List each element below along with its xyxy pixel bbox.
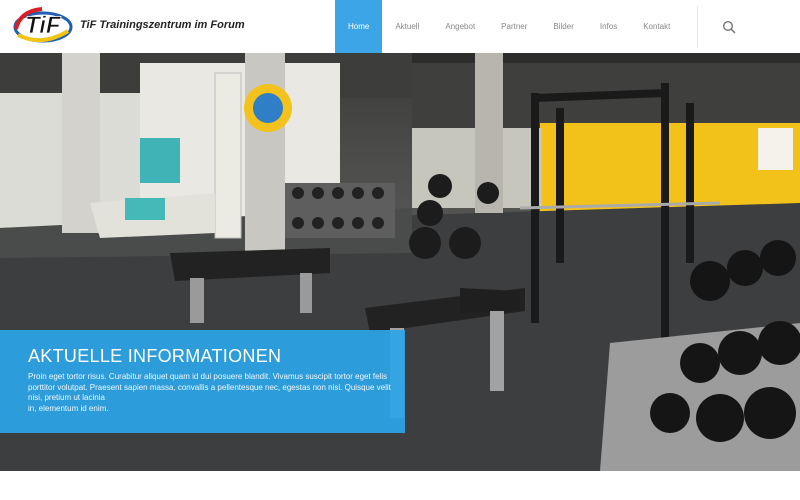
news-info-box: AKTUELLE INFORMATIONEN Proin eget tortor… bbox=[0, 330, 405, 433]
site-header: TiF TiF Trainingszentrum im Forum Home A… bbox=[0, 0, 800, 53]
search-icon[interactable] bbox=[722, 20, 736, 34]
info-title: AKTUELLE INFORMATIONEN bbox=[28, 346, 282, 366]
info-text: Proin eget tortor risus. Curabitur aliqu… bbox=[28, 372, 391, 413]
nav-item-aktuell[interactable]: Aktuell bbox=[382, 0, 432, 53]
svg-text:TiF: TiF bbox=[25, 12, 62, 39]
hero-banner: AKTUELLE INFORMATIONEN Proin eget tortor… bbox=[0, 53, 800, 471]
tif-logo[interactable]: TiF bbox=[12, 3, 74, 47]
main-nav: Home Aktuell Angebot Partner Bilder Info… bbox=[335, 0, 683, 53]
nav-divider bbox=[697, 6, 698, 48]
page-bottom-strip bbox=[0, 471, 800, 500]
nav-item-bilder[interactable]: Bilder bbox=[540, 0, 586, 53]
nav-item-partner[interactable]: Partner bbox=[488, 0, 540, 53]
nav-item-angebot[interactable]: Angebot bbox=[432, 0, 488, 53]
nav-item-home[interactable]: Home bbox=[335, 0, 383, 53]
site-title: TiF Trainingszentrum im Forum bbox=[80, 19, 245, 31]
nav-item-infos[interactable]: Infos bbox=[587, 0, 630, 53]
nav-item-kontakt[interactable]: Kontakt bbox=[630, 0, 683, 53]
